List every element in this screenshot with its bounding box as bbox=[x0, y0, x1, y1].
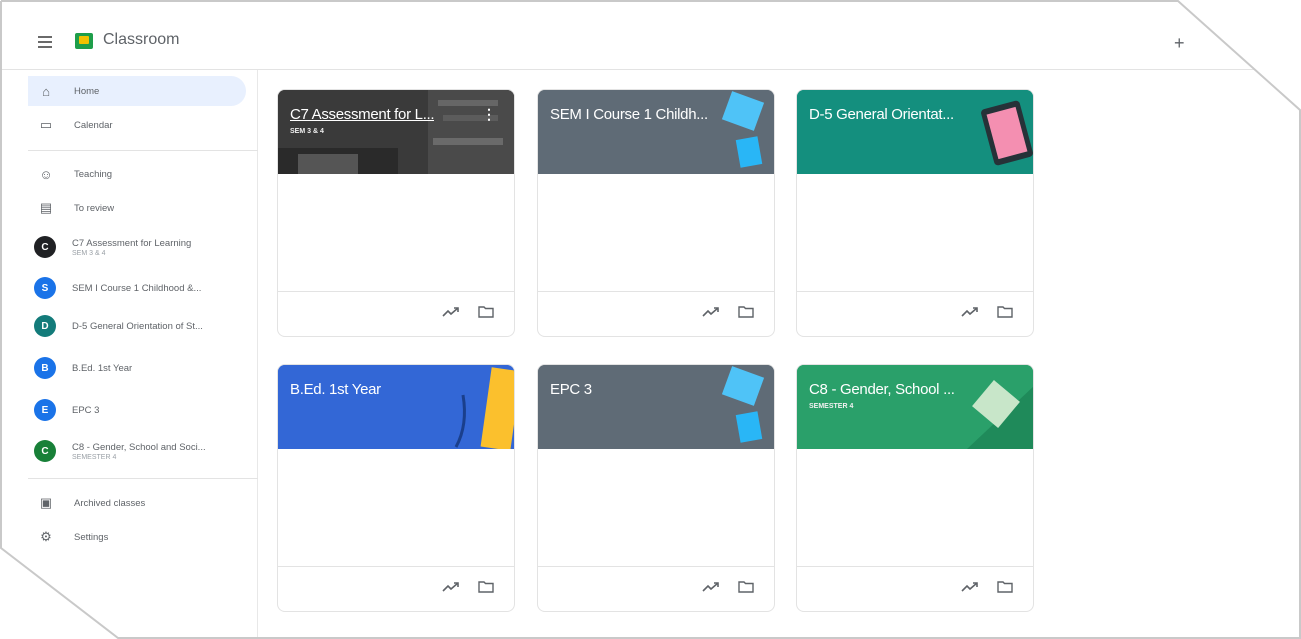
sidebar-item-label: EPC 3 bbox=[72, 404, 100, 416]
class-avatar: C bbox=[34, 440, 56, 462]
sidebar-class-item[interactable]: C C8 - Gender, School and Soci... SEMESTE… bbox=[28, 434, 246, 468]
folder-icon[interactable] bbox=[997, 305, 1013, 318]
app-title[interactable]: Classroom bbox=[103, 31, 179, 49]
sidebar-item-label: C7 Assessment for Learning bbox=[72, 237, 192, 249]
class-card-footer bbox=[538, 566, 774, 611]
sidebar-divider bbox=[28, 150, 258, 151]
class-card-footer bbox=[278, 566, 514, 611]
class-avatar: D bbox=[34, 315, 56, 337]
folder-icon[interactable] bbox=[738, 580, 754, 593]
class-card-section: SEM 3 & 4 bbox=[290, 128, 324, 135]
gradebook-trend-icon[interactable] bbox=[961, 581, 979, 593]
sidebar: ⌂ Home ▭ Calendar ☺ Teaching ▤ To review… bbox=[0, 70, 258, 639]
sidebar-item-label: D-5 General Orientation of St... bbox=[72, 320, 203, 332]
people-icon: ☺ bbox=[39, 166, 53, 182]
class-card-header[interactable]: C8 - Gender, School ... SEMESTER 4 bbox=[797, 365, 1033, 449]
class-card-header[interactable]: SEM I Course 1 Childh... bbox=[538, 90, 774, 174]
class-card[interactable]: C7 Assessment for L... SEM 3 & 4 ⋮ bbox=[277, 89, 515, 337]
class-card[interactable]: SEM I Course 1 Childh... bbox=[537, 89, 775, 337]
class-card-footer bbox=[278, 291, 514, 336]
gear-icon: ⚙ bbox=[40, 529, 52, 544]
class-card[interactable]: D-5 General Orientat... bbox=[796, 89, 1034, 337]
class-card-footer bbox=[538, 291, 774, 336]
folder-icon[interactable] bbox=[478, 305, 494, 318]
class-avatar: E bbox=[34, 399, 56, 421]
folder-icon[interactable] bbox=[997, 580, 1013, 593]
sidebar-item-home[interactable]: ⌂ Home bbox=[28, 76, 246, 106]
class-card-title[interactable]: D-5 General Orientat... bbox=[809, 106, 954, 123]
top-app-bar: Classroom + bbox=[0, 0, 1301, 70]
gradebook-trend-icon[interactable] bbox=[442, 581, 460, 593]
sidebar-class-item[interactable]: D D-5 General Orientation of St... bbox=[28, 310, 246, 342]
classroom-logo-icon[interactable] bbox=[75, 33, 93, 49]
gradebook-trend-icon[interactable] bbox=[702, 306, 720, 318]
sidebar-class-item[interactable]: C C7 Assessment for Learning SEM 3 & 4 bbox=[28, 230, 246, 264]
create-join-class-icon[interactable]: + bbox=[1174, 33, 1185, 54]
sidebar-class-item[interactable]: S SEM I Course 1 Childhood &... bbox=[28, 272, 246, 304]
class-card-header[interactable]: C7 Assessment for L... SEM 3 & 4 ⋮ bbox=[278, 90, 514, 174]
menu-icon[interactable] bbox=[38, 36, 52, 48]
sidebar-class-item[interactable]: B B.Ed. 1st Year bbox=[28, 352, 246, 384]
app-window: Classroom + ⌂ Home ▭ Calendar ☺ Teaching… bbox=[0, 0, 1301, 639]
sidebar-item-label: Settings bbox=[74, 531, 109, 543]
sidebar-item-to-review[interactable]: ▤ To review bbox=[28, 193, 246, 223]
more-options-icon[interactable]: ⋮ bbox=[482, 106, 496, 123]
class-card-title[interactable]: B.Ed. 1st Year bbox=[290, 381, 381, 398]
sidebar-item-calendar[interactable]: ▭ Calendar bbox=[28, 110, 246, 140]
class-card-footer bbox=[797, 566, 1033, 611]
class-card-section: SEMESTER 4 bbox=[809, 403, 854, 410]
gradebook-trend-icon[interactable] bbox=[702, 581, 720, 593]
sidebar-item-label: B.Ed. 1st Year bbox=[72, 362, 133, 374]
sidebar-item-settings[interactable]: ⚙ Settings bbox=[28, 522, 246, 552]
sidebar-item-label: To review bbox=[74, 202, 115, 214]
gradebook-trend-icon[interactable] bbox=[961, 306, 979, 318]
sidebar-item-label: Home bbox=[74, 85, 100, 97]
class-avatar: B bbox=[34, 357, 56, 379]
class-card-title[interactable]: EPC 3 bbox=[550, 381, 592, 398]
class-card-header[interactable]: B.Ed. 1st Year bbox=[278, 365, 514, 449]
folder-check-icon: ▤ bbox=[39, 200, 53, 215]
class-card[interactable]: B.Ed. 1st Year bbox=[277, 364, 515, 612]
folder-icon[interactable] bbox=[738, 305, 754, 318]
sidebar-item-label: Teaching bbox=[74, 168, 113, 180]
sidebar-item-sublabel: SEMESTER 4 bbox=[72, 453, 117, 461]
card-banner-image bbox=[278, 365, 514, 449]
sidebar-item-label: Calendar bbox=[74, 119, 113, 131]
sidebar-item-label: C8 - Gender, School and Soci... bbox=[72, 441, 206, 453]
calendar-icon: ▭ bbox=[39, 117, 53, 132]
class-card-title[interactable]: C7 Assessment for L... bbox=[290, 106, 434, 123]
class-card-header[interactable]: EPC 3 bbox=[538, 365, 774, 449]
class-card[interactable]: EPC 3 bbox=[537, 364, 775, 612]
sidebar-item-label: Archived classes bbox=[74, 497, 146, 509]
card-banner-image bbox=[538, 365, 774, 449]
sidebar-item-archived[interactable]: ▣ Archived classes bbox=[28, 488, 246, 518]
class-card-title[interactable]: SEM I Course 1 Childh... bbox=[550, 106, 708, 123]
sidebar-class-item[interactable]: E EPC 3 bbox=[28, 394, 246, 426]
sidebar-divider bbox=[28, 478, 258, 479]
class-card-header[interactable]: D-5 General Orientat... bbox=[797, 90, 1033, 174]
class-avatar: S bbox=[34, 277, 56, 299]
class-card-footer bbox=[797, 291, 1033, 336]
card-banner-image bbox=[538, 90, 774, 174]
card-banner-image bbox=[797, 90, 1033, 174]
archive-icon: ▣ bbox=[39, 495, 53, 510]
sidebar-item-teaching[interactable]: ☺ Teaching bbox=[28, 159, 246, 189]
folder-icon[interactable] bbox=[478, 580, 494, 593]
class-avatar: C bbox=[34, 236, 56, 258]
sidebar-item-sublabel: SEM 3 & 4 bbox=[72, 249, 106, 257]
class-card[interactable]: C8 - Gender, School ... SEMESTER 4 bbox=[796, 364, 1034, 612]
class-card-title[interactable]: C8 - Gender, School ... bbox=[809, 381, 955, 398]
home-icon: ⌂ bbox=[42, 83, 50, 99]
sidebar-item-label: SEM I Course 1 Childhood &... bbox=[72, 282, 202, 294]
gradebook-trend-icon[interactable] bbox=[442, 306, 460, 318]
